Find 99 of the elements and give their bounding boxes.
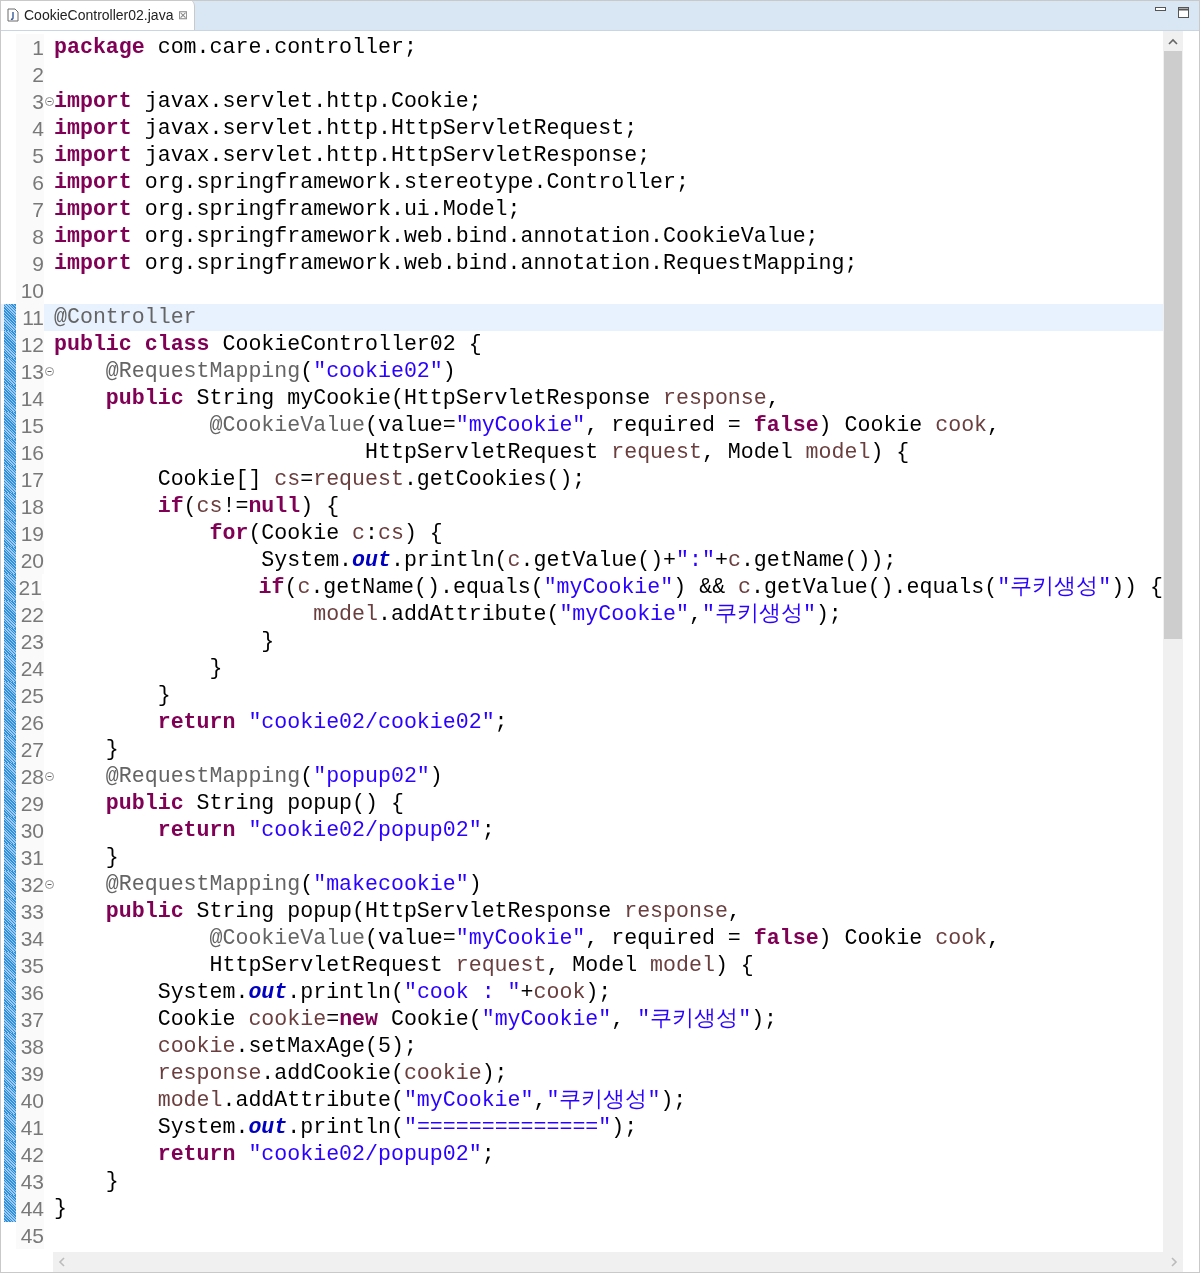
code-line: import org.springframework.ui.Model; <box>54 198 521 221</box>
code-line: import javax.servlet.http.HttpServletRequest; <box>54 117 638 140</box>
line-number: 27 <box>20 739 44 760</box>
line-number: 7 <box>32 199 44 220</box>
collapse-icon[interactable] <box>44 772 54 781</box>
code-line: System.out.println(c.getValue()+":"+c.getName()); <box>260 549 897 572</box>
code-line: if(c.getName().equals("myCookie") && c.getValue().equals("쿠키생성")) { <box>257 576 1163 599</box>
line-number: 10 <box>20 280 44 301</box>
code-line: package com.care.controller; <box>54 36 417 59</box>
line-number: 8 <box>32 226 44 247</box>
code-line: } <box>208 657 223 680</box>
code-line: if(cs!=null) { <box>156 495 340 518</box>
line-number: 4 <box>32 118 44 139</box>
line-number: 38 <box>20 1036 44 1057</box>
line-number: 44 <box>20 1198 44 1219</box>
line-number: 9 <box>32 253 44 274</box>
line-number: 45 <box>20 1225 44 1246</box>
line-number: 16 <box>20 442 44 463</box>
line-number: 41 <box>20 1117 44 1138</box>
close-button[interactable]: ⊠ <box>178 9 189 21</box>
code-line: Cookie[] cs=request.getCookies(); <box>156 468 586 491</box>
code-line: } <box>104 738 119 761</box>
code-line: } <box>156 684 171 707</box>
line-number: 30 <box>20 820 44 841</box>
line-number: 33 <box>20 901 44 922</box>
code-line: } <box>54 1197 67 1220</box>
line-number: 43 <box>20 1171 44 1192</box>
code-line: Cookie cookie=new Cookie("myCookie", "쿠키생성"); <box>156 1008 778 1031</box>
line-number: 39 <box>20 1063 44 1084</box>
code-line: cookie.setMaxAge(5); <box>156 1035 417 1058</box>
line-number: 31 <box>20 847 44 868</box>
line-number: 19 <box>20 523 44 544</box>
line-number: 26 <box>20 712 44 733</box>
collapse-icon[interactable] <box>44 880 54 889</box>
line-number: 5 <box>32 145 44 166</box>
line-number: 1 <box>32 37 44 58</box>
line-number: 36 <box>20 982 44 1003</box>
line-number: 3 <box>32 91 44 112</box>
line-number: 42 <box>20 1144 44 1165</box>
line-number: 28 <box>20 766 44 787</box>
line-number: 32 <box>20 874 44 895</box>
code-line: public class CookieController02 { <box>54 333 482 356</box>
line-number: 17 <box>20 469 44 490</box>
code-line: @RequestMapping("makecookie") <box>104 873 482 896</box>
code-line: @RequestMapping("cookie02") <box>104 360 456 383</box>
code-line: public String popup(HttpServletResponse response, <box>104 900 741 923</box>
maximize-icon[interactable] <box>1178 7 1189 18</box>
code-line: for(Cookie c:cs) { <box>208 522 443 545</box>
code-line: import javax.servlet.http.HttpServletResponse; <box>54 144 651 167</box>
line-number: 29 <box>20 793 44 814</box>
code-line: model.addAttribute("myCookie","쿠키생성"); <box>312 603 842 626</box>
line-number: 37 <box>20 1009 44 1030</box>
code-line: import org.springframework.web.bind.annotation.CookieValue; <box>54 225 819 248</box>
collapse-icon[interactable] <box>44 367 54 376</box>
collapse-icon[interactable] <box>44 97 54 106</box>
java-file-icon <box>7 8 19 22</box>
line-number: 34 <box>20 928 44 949</box>
scroll-thumb[interactable] <box>1164 51 1182 639</box>
tab-title: CookieController02.java <box>24 5 174 25</box>
line-number: 35 <box>20 955 44 976</box>
line-number: 13 <box>20 361 44 382</box>
line-number: 15 <box>20 415 44 436</box>
line-number: 22 <box>20 604 44 625</box>
line-number: 20 <box>20 550 44 571</box>
code-line: @CookieValue(value="myCookie", required = false) Cookie cook, <box>208 414 1001 437</box>
code-line: return "cookie02/popup02"; <box>156 819 495 842</box>
code-line: HttpServletRequest request, Model model) { <box>208 954 754 977</box>
code-line: } <box>104 846 119 869</box>
code-line: } <box>260 630 275 653</box>
code-line: public String popup() { <box>104 792 404 815</box>
line-number: 21 <box>18 577 42 598</box>
code-line: import org.springframework.web.bind.annotation.RequestMapping; <box>54 252 858 275</box>
line-number: 25 <box>20 685 44 706</box>
vertical-scrollbar[interactable] <box>1163 31 1183 1252</box>
line-number: 14 <box>20 388 44 409</box>
minimize-icon[interactable] <box>1155 7 1166 12</box>
line-number: 23 <box>20 631 44 652</box>
code-line: HttpServletRequest request, Model model) { <box>364 441 910 464</box>
code-line: @RequestMapping("popup02") <box>104 765 443 788</box>
code-line: System.out.println("=============="); <box>156 1116 638 1139</box>
code-line: public String myCookie(HttpServletResponse response, <box>104 387 780 410</box>
code-line: response.addCookie(cookie); <box>156 1062 508 1085</box>
line-number: 12 <box>20 334 44 355</box>
line-number: 6 <box>32 172 44 193</box>
code-line: System.out.println("cook : "+cook); <box>156 981 612 1004</box>
line-number: 2 <box>32 64 44 85</box>
line-number: 24 <box>20 658 44 679</box>
editor-tab[interactable]: CookieController02.java ⊠ <box>1 1 196 30</box>
code-line: return "cookie02/popup02"; <box>156 1143 495 1166</box>
code-line: import javax.servlet.http.Cookie; <box>54 90 482 113</box>
code-line: model.addAttribute("myCookie","쿠키생성"); <box>156 1089 687 1112</box>
line-number: 11 <box>22 307 44 328</box>
code-line: } <box>104 1170 119 1193</box>
line-number: 40 <box>20 1090 44 1111</box>
code-line: @CookieValue(value="myCookie", required = false) Cookie cook, <box>208 927 1001 950</box>
code-line: @Controller <box>54 306 197 329</box>
line-number: 18 <box>20 496 44 517</box>
code-line: return "cookie02/cookie02"; <box>156 711 508 734</box>
code-line: import org.springframework.stereotype.Controller; <box>54 171 689 194</box>
